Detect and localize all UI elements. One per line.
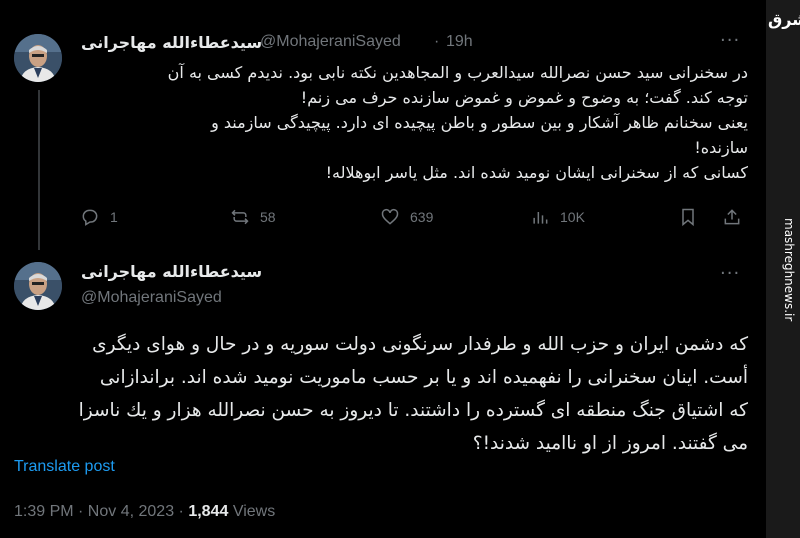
thread-connector — [38, 90, 40, 250]
views-count: 10K — [560, 209, 585, 225]
tweet-line: یعنی سخنانم ظاهر آشکار و بین سطور و باطن… — [211, 113, 748, 132]
tweet-text: که دشمن ایران و حزب الله و طرفدار سرنگون… — [8, 328, 748, 460]
display-name[interactable]: سیدعطاءالله مهاجرانی — [81, 262, 262, 281]
more-options-icon[interactable]: ··· — [720, 263, 740, 284]
reply-icon — [82, 209, 98, 226]
post-time[interactable]: 19h — [446, 33, 473, 51]
heart-icon — [381, 208, 399, 225]
bookmark-button[interactable] — [678, 205, 708, 229]
tweet-line: می گفتند. امروز از او ناامید شدند!؟ — [472, 433, 748, 454]
translate-post-link[interactable]: Translate post — [14, 458, 115, 476]
tweet-line: سازنده! — [694, 138, 748, 157]
post-timestamp[interactable]: 1:39 PM · Nov 4, 2023 · — [14, 503, 184, 520]
tweet-line: کسانی که از سخنرانی ایشان نومید شده اند.… — [325, 163, 748, 182]
more-options-icon[interactable]: ··· — [720, 30, 740, 51]
like-count: 639 — [410, 209, 434, 225]
repost-button[interactable]: 58 — [230, 205, 276, 229]
analytics-icon — [533, 212, 548, 224]
tweet-text: در سخنرانی سید حسن نصرالله سیدالعرب و ال… — [48, 60, 748, 185]
views-label: Views — [232, 503, 276, 520]
handle[interactable]: @MohajeraniSayed — [260, 33, 401, 51]
tweet-actions: 1 58 639 10K — [80, 205, 750, 229]
avatar[interactable] — [14, 262, 62, 310]
views-total: 1,844 — [188, 503, 229, 520]
display-name[interactable]: سیدعطاءالله مهاجرانی — [81, 33, 262, 52]
repost-count: 58 — [260, 209, 276, 225]
bookmark-icon — [682, 208, 694, 227]
tweet-thread: سیدعطاءالله مهاجرانی @MohajeraniSayed · … — [0, 0, 766, 538]
watermark-logo: مشرق — [768, 10, 800, 29]
tweet-line: که دشمن ایران و حزب الله و طرفدار سرنگون… — [92, 334, 748, 355]
repost-icon — [231, 209, 249, 225]
handle[interactable]: @MohajeraniSayed — [81, 289, 222, 307]
tweet-line: توجه کند. گفت؛ به وضوح و غموض و غموض ساز… — [300, 88, 748, 107]
views-button[interactable]: 10K — [530, 205, 585, 229]
share-button[interactable] — [722, 205, 752, 229]
watermark-url: mashreghnews.ir — [782, 218, 796, 322]
post-metadata: 1:39 PM · Nov 4, 2023 · 1,844 Views — [14, 503, 275, 521]
like-button[interactable]: 639 — [380, 205, 433, 229]
reply-count: 1 — [110, 209, 118, 225]
tweet-line: در سخنرانی سید حسن نصرالله سیدالعرب و ال… — [167, 63, 748, 82]
tweet-line: أست. اینان سخنرانی را نفهمیده اند و یا ب… — [99, 367, 748, 388]
reply-button[interactable]: 1 — [80, 205, 118, 229]
share-icon — [724, 209, 740, 225]
tweet-line: که اشتیاق جنگ منطقه ای گسترده را داشتند.… — [78, 400, 748, 421]
separator: · — [434, 33, 440, 50]
watermark-bar: مشرق mashreghnews.ir — [766, 0, 800, 538]
